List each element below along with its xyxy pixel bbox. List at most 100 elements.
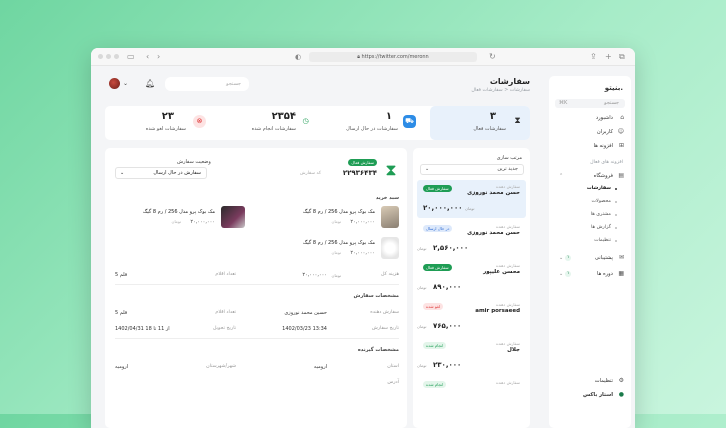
browser-titlebar: ▭ ‹ › ◐ 🔒︎ https://twitter.com/meronn ↻ …	[91, 48, 635, 66]
province-value: ارومیه	[313, 364, 327, 370]
sidebar-sub-reports[interactable]: گزارش ها	[567, 223, 617, 232]
sidebar-sub-products[interactable]: محصولات	[567, 197, 617, 206]
province-label: استان	[387, 364, 399, 369]
bell-icon[interactable]: 🔔︎	[145, 79, 155, 88]
order-card[interactable]: لغو شده سفارش دهنده amir porsaeed ۷۶۵,۰۰…	[417, 298, 526, 336]
tabs-icon[interactable]: ⧉	[619, 51, 625, 63]
stat-done[interactable]: ◷ ۲۳۵۴ سفارشات انجام شده	[219, 106, 314, 140]
order-price: ۷۶۵,۰۰۰	[433, 322, 462, 330]
hourglass-icon: ⧗	[385, 160, 397, 179]
chevron-down-icon: ⌄	[559, 255, 564, 261]
sidebar-search[interactable]: ⌘K جستجو	[555, 99, 625, 108]
sidebar-item-settings[interactable]: ⚙ تنظیمات	[555, 376, 625, 386]
product-name: مک بوک پرو مدل 256 / رم 8 گیگ	[302, 209, 375, 215]
chevron-down-icon: ⌄	[120, 170, 125, 176]
sidebar-store-brand[interactable]: ● استار باکس	[555, 390, 625, 400]
status-badge: انجام شده	[423, 381, 447, 388]
order-card[interactable]: سفارش فعال سفارش دهنده محسن علیپور ۸۹۰,۰…	[417, 259, 526, 297]
order-unit: تومان	[417, 285, 427, 290]
status-value: سفارش در حال ارسال	[153, 170, 201, 176]
iphone-image	[381, 206, 399, 228]
browser-window: ▭ ‹ › ◐ 🔒︎ https://twitter.com/meronn ↻ …	[91, 48, 635, 428]
orderer-label: سفارش دهنده	[370, 310, 399, 315]
sidebar-item-label: پشتیبانی	[594, 255, 613, 261]
status-label: وضعیت سفارش	[177, 159, 211, 165]
status-select[interactable]: ⌄ سفارش در حال ارسال	[115, 167, 207, 179]
status-badge: در حال ارسال	[423, 225, 453, 232]
orderer-value: حسین محمد نوروزی	[284, 310, 327, 316]
macbook-image	[221, 206, 245, 228]
sidebar-item-dashboard[interactable]: ⌂ داشبورد	[555, 113, 625, 123]
order-unit: تومان	[417, 246, 427, 251]
airpods-image	[381, 237, 399, 259]
sidebar-sub-customers[interactable]: مشتری ها	[567, 210, 617, 219]
sort-select[interactable]: ⌄ جدید ترین	[420, 164, 524, 175]
count-value: 5 قلم	[115, 272, 128, 278]
page-title: سفارشات	[489, 77, 530, 86]
stat-cancelled[interactable]: ⊗ ۲۳ سفارشات لغو شده	[122, 106, 212, 140]
maximize-dot[interactable]	[114, 54, 119, 59]
count-label: تعداد اقلام	[215, 272, 236, 277]
back-icon[interactable]: ‹	[146, 51, 149, 63]
stat-value: ۲۳۵۴	[271, 111, 296, 122]
breadcrumb[interactable]: سفارشات < سفارشات فعال	[471, 88, 530, 93]
order-caption: سفارش دهنده	[496, 341, 520, 346]
order-caption: سفارش دهنده	[496, 380, 520, 385]
order-card[interactable]: انجام شده سفارش دهنده جلال ۲۳۰,۰۰۰ تومان	[417, 337, 526, 375]
stat-active[interactable]: ۳ سفارشات فعال ⧗	[430, 106, 530, 140]
order-caption: سفارش دهنده	[496, 224, 520, 229]
cancel-icon: ⊗	[193, 115, 206, 128]
chevron-down-icon: ⌄	[425, 166, 430, 172]
sidebar-item-label: دوره ها	[596, 271, 613, 277]
cart-product[interactable]: مک بوک پرو مدل 256 / رم 8 گیگ ۲۰,۰۰۰,۰۰۰…	[247, 206, 399, 230]
store-brand-label: استار باکس	[583, 392, 613, 398]
order-price: ۸۹۰,۰۰۰	[433, 283, 462, 291]
shield-icon[interactable]: ◐	[295, 51, 301, 63]
brand-logo[interactable]: بنیتو.	[605, 84, 623, 92]
sidebar-sub-settings[interactable]: تنظیمات	[567, 236, 617, 245]
cart-product[interactable]: مک بوک پرو مدل 256 / رم 8 گیگ ۲۰,۰۰۰,۰۰۰…	[247, 237, 399, 261]
product-price: ۲۰,۰۰۰,۰۰۰	[190, 219, 215, 225]
avatar[interactable]	[109, 78, 120, 89]
refresh-icon[interactable]: ↻	[489, 51, 496, 63]
address-bar[interactable]: 🔒︎ https://twitter.com/meronn	[309, 52, 477, 62]
sidebar-toggle-icon[interactable]: ▭	[127, 51, 135, 63]
product-price: ۲۰,۰۰۰,۰۰۰	[350, 219, 375, 225]
forward-icon[interactable]: ›	[157, 51, 160, 63]
divider	[115, 338, 399, 339]
new-tab-icon[interactable]: +	[605, 51, 612, 63]
sidebar-item-courses[interactable]: ▦ ⌄ ۱ دوره ها	[555, 269, 625, 279]
sidebar-item-store[interactable]: ▤ ⌃ فروشگاه	[555, 171, 625, 181]
dashboard-icon: ⌂	[620, 114, 624, 121]
order-card[interactable]: انجام شده سفارش دهنده	[417, 376, 526, 414]
order-card[interactable]: در حال ارسال سفارش دهنده حسن محمد نوروزی…	[417, 220, 526, 258]
cart-product[interactable]: مک بوک پرو مدل 256 / رم 8 گیگ ۲۰,۰۰۰,۰۰۰…	[93, 206, 245, 230]
stats-bar: ۳ سفارشات فعال ⧗ ⛟ ۱ سفارشات در حال ارسا…	[105, 106, 530, 140]
sidebar-item-label: افزونه ها	[593, 143, 613, 149]
address-label: آدرس	[387, 380, 399, 385]
shortcut-hint: ⌘K	[559, 100, 568, 106]
order-caption: سفارش دهنده	[496, 184, 520, 189]
sidebar-sub-orders[interactable]: سفارشات	[567, 184, 617, 193]
chevron-up-icon: ⌃	[559, 173, 564, 179]
order-card[interactable]: سفارش فعال سفارش دهنده حسن محمد نوروزی ۲…	[417, 180, 526, 218]
courses-icon: ▦	[618, 270, 624, 277]
plugin-icon: ⊞	[618, 142, 624, 149]
total-label: هزینه کل	[381, 272, 399, 277]
chevron-down-icon[interactable]: ⌄	[123, 80, 128, 87]
share-icon[interactable]: ⇪	[590, 51, 597, 63]
stat-shipping[interactable]: ⛟ ۱ سفارشات در حال ارسال	[322, 106, 422, 140]
close-dot[interactable]	[98, 54, 103, 59]
order-info-title: مشخصات سفارش	[353, 293, 399, 299]
sidebar-item-support[interactable]: ✉ ⌄ ۱ پشتیبانی	[555, 253, 625, 263]
product-price: ۲۰,۰۰۰,۰۰۰	[350, 250, 375, 256]
city-value: ارومیه	[115, 364, 129, 370]
minimize-dot[interactable]	[106, 54, 111, 59]
sidebar-item-users[interactable]: ☺ کاربران	[555, 127, 625, 137]
header-search-placeholder: جستجو	[226, 81, 241, 87]
sidebar-search-placeholder: جستجو	[604, 100, 619, 106]
sidebar-item-plugins[interactable]: ⊞ افزونه ها	[555, 141, 625, 151]
store-icon: ▤	[618, 172, 624, 179]
brand-name: بنیتو.	[604, 84, 623, 92]
header-search-input[interactable]: جستجو	[165, 77, 249, 91]
